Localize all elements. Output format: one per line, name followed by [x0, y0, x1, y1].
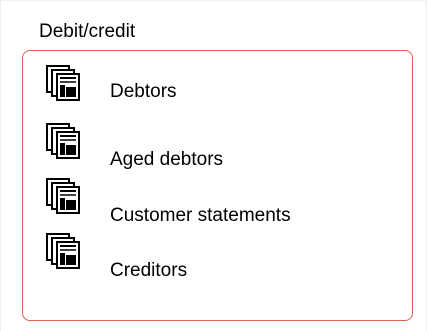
report-item-aged-debtors[interactable]: Aged debtors — [45, 122, 385, 170]
report-stack-icon — [46, 123, 80, 159]
report-stack-icon — [46, 65, 80, 101]
report-item-debtors[interactable]: Debtors — [45, 64, 385, 102]
report-stack-icon — [46, 233, 80, 269]
report-stack-icon — [46, 178, 80, 214]
report-label: Debtors — [110, 81, 177, 102]
report-label: Customer statements — [110, 205, 291, 226]
group-title: Debit/credit — [39, 21, 136, 42]
debit-credit-panel: Debit/credit Debtors Aged debtors Custom… — [0, 0, 427, 331]
report-item-creditors[interactable]: Creditors — [45, 232, 385, 281]
report-item-customer-statements[interactable]: Customer statements — [45, 177, 385, 226]
report-label: Creditors — [110, 260, 188, 281]
report-label: Aged debtors — [110, 149, 224, 170]
